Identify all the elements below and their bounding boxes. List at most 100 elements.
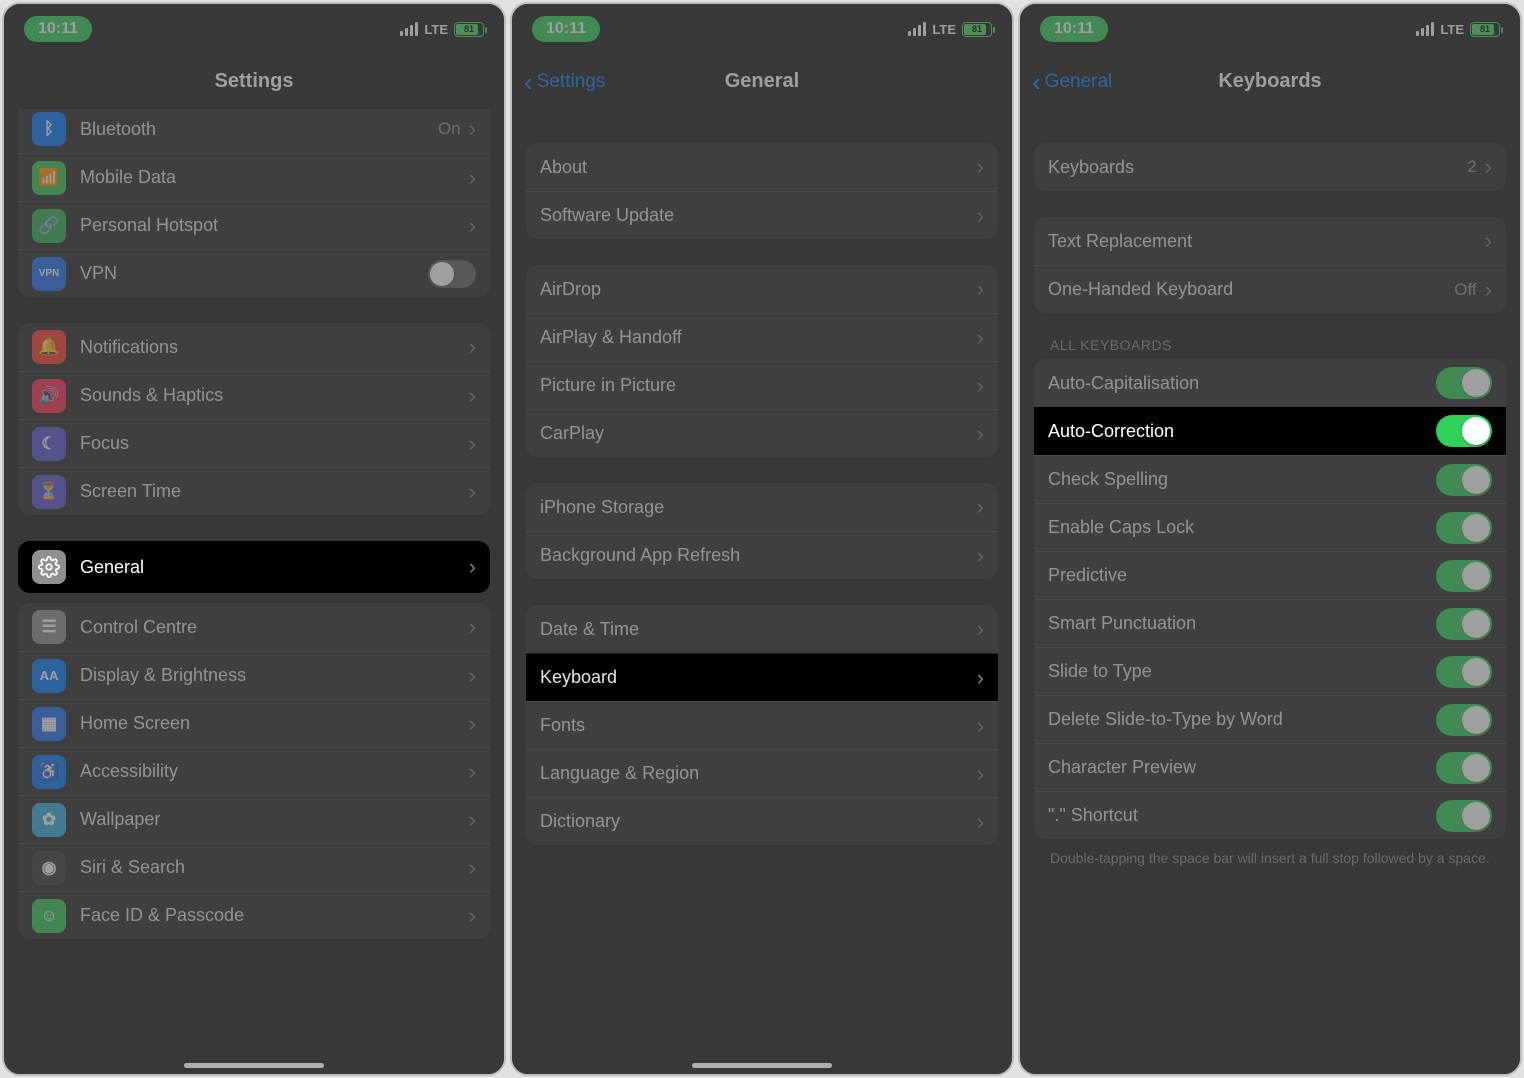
battery-icon: 81 [962,22,992,37]
toggle-row[interactable]: Check Spelling [1034,455,1506,503]
speaker-icon: 🔊 [32,379,66,413]
row-label: Dictionary [540,811,977,832]
keyboards-list[interactable]: Keyboards2› Text Replacement›One-Handed … [1020,109,1520,1074]
toggle-row[interactable]: "." Shortcut [1034,791,1506,839]
list-row[interactable]: CarPlay› [526,409,998,457]
bell-icon: 🔔 [32,330,66,364]
list-row[interactable]: Text Replacement› [1034,217,1506,265]
toggle[interactable] [1436,512,1492,544]
row-label: General [80,557,144,578]
row-label: Enable Caps Lock [1048,517,1436,538]
grid-icon: ▦ [32,707,66,741]
toggle-row[interactable]: Smart Punctuation [1034,599,1506,647]
toggle-row[interactable]: Slide to Type [1034,647,1506,695]
row-label: Display & Brightness [80,665,469,686]
settings-list[interactable]: ᛒBluetoothOn›📶Mobile Data›🔗Personal Hots… [4,109,504,1074]
list-row[interactable]: Background App Refresh› [526,531,998,579]
list-row[interactable]: One-Handed KeyboardOff› [1034,265,1506,313]
row-general[interactable]: General › [18,541,490,593]
settings-row[interactable]: 🔗Personal Hotspot› [18,201,490,249]
toggle[interactable] [428,260,476,288]
hourglass-icon: ⏳ [32,475,66,509]
list-row[interactable]: Fonts› [526,701,998,749]
list-row[interactable]: Date & Time› [526,605,998,653]
toggle-row-highlight[interactable]: Auto-Correction [1034,407,1506,455]
list-row[interactable]: About› [526,143,998,191]
row-label: Wallpaper [80,809,469,830]
chevron-right-icon: › [469,431,476,457]
list-row[interactable]: Software Update› [526,191,998,239]
settings-row[interactable]: 📶Mobile Data› [18,153,490,201]
list-row[interactable]: Dictionary› [526,797,998,845]
toggle-row[interactable]: Enable Caps Lock [1034,503,1506,551]
home-indicator[interactable] [692,1063,832,1068]
flower-icon: ✿ [32,803,66,837]
chevron-right-icon: › [469,479,476,505]
row-label: Smart Punctuation [1048,613,1436,634]
phone-panel-settings: 10:11 LTE 81 Settings ᛒBluetoothOn›📶Mobi… [2,2,506,1076]
settings-row[interactable]: AADisplay & Brightness› [18,651,490,699]
toggle[interactable] [1436,464,1492,496]
home-indicator[interactable] [184,1063,324,1068]
list-row[interactable]: Keyboards2› [1034,143,1506,191]
toggle[interactable] [1436,415,1492,447]
nav-header: ‹General Keyboards [1020,54,1520,109]
network-label: LTE [1440,22,1464,37]
chevron-right-icon: › [469,554,476,580]
row-label: Software Update [540,205,977,226]
settings-row[interactable]: VPNVPN [18,249,490,297]
chevron-right-icon: › [469,711,476,737]
list-row[interactable]: Keyboard› [526,653,998,701]
settings-row[interactable]: ▦Home Screen› [18,699,490,747]
toggle[interactable] [1436,367,1492,399]
row-label: Language & Region [540,763,977,784]
toggle[interactable] [1436,752,1492,784]
row-label: Auto-Capitalisation [1048,373,1436,394]
moon-icon: ☾ [32,427,66,461]
settings-row[interactable]: ᛒBluetoothOn› [18,109,490,153]
back-button[interactable]: ‹General [1032,69,1112,95]
list-row[interactable]: Picture in Picture› [526,361,998,409]
settings-row[interactable]: ☾Focus› [18,419,490,467]
settings-row[interactable]: 🔊Sounds & Haptics› [18,371,490,419]
chevron-right-icon: › [469,614,476,640]
list-row[interactable]: AirDrop› [526,265,998,313]
settings-row[interactable]: ♿Accessibility› [18,747,490,795]
toggle-row[interactable]: Delete Slide-to-Type by Word [1034,695,1506,743]
list-row[interactable]: AirPlay & Handoff› [526,313,998,361]
battery-icon: 81 [1470,22,1500,37]
list-row[interactable]: Language & Region› [526,749,998,797]
chevron-right-icon: › [977,421,984,447]
settings-row[interactable]: ⏳Screen Time› [18,467,490,515]
row-label: Keyboards [1048,157,1467,178]
list-row[interactable]: iPhone Storage› [526,483,998,531]
row-label: AirDrop [540,279,977,300]
face-icon: ☺ [32,899,66,933]
toggle[interactable] [1436,560,1492,592]
settings-row[interactable]: ☺Face ID & Passcode› [18,891,490,939]
toggle-row[interactable]: Predictive [1034,551,1506,599]
general-list[interactable]: About›Software Update› AirDrop›AirPlay &… [512,109,1012,1074]
settings-row[interactable]: 🔔Notifications› [18,323,490,371]
aa-icon: AA [32,659,66,693]
chevron-right-icon: › [977,713,984,739]
status-bar: 10:11 LTE 81 [1020,4,1520,54]
person-icon: ♿ [32,755,66,789]
row-value: Off [1454,280,1476,300]
row-label: Character Preview [1048,757,1436,778]
toggle[interactable] [1436,800,1492,832]
toggle[interactable] [1436,704,1492,736]
time-pill: 10:11 [1040,16,1108,42]
toggle[interactable] [1436,608,1492,640]
row-label: Keyboard [540,667,977,688]
settings-row[interactable]: ◉Siri & Search› [18,843,490,891]
settings-row[interactable]: ☰Control Centre› [18,603,490,651]
chevron-right-icon: › [1485,277,1492,303]
settings-row[interactable]: ✿Wallpaper› [18,795,490,843]
back-button[interactable]: ‹Settings [524,69,605,95]
toggle[interactable] [1436,656,1492,688]
chevron-right-icon: › [1485,154,1492,180]
row-label: Picture in Picture [540,375,977,396]
toggle-row[interactable]: Character Preview [1034,743,1506,791]
toggle-row[interactable]: Auto-Capitalisation [1034,359,1506,407]
